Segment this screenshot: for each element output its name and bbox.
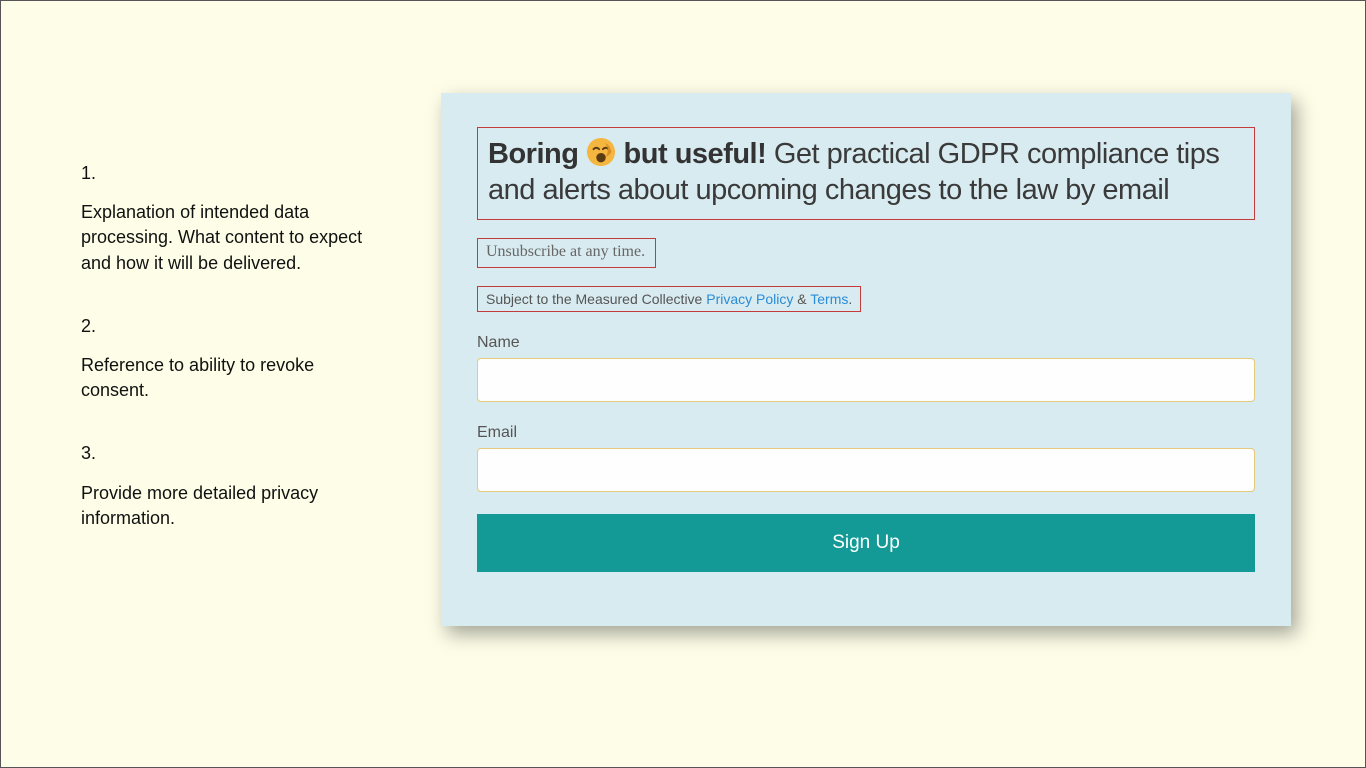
name-input[interactable] (477, 358, 1255, 402)
annotation-num: 2. (81, 314, 381, 339)
privacy-policy-link[interactable]: Privacy Policy (706, 291, 793, 307)
legal-callout: Subject to the Measured Collective Priva… (477, 286, 861, 312)
unsubscribe-callout: Unsubscribe at any time. (477, 238, 656, 268)
legal-suffix: . (848, 291, 852, 307)
headline-bold-pre: Boring (488, 138, 586, 170)
yawn-emoji-icon (586, 137, 616, 167)
email-label: Email (477, 424, 1255, 442)
annotation-1: 1. Explanation of intended data processi… (81, 161, 381, 276)
annotation-text: Explanation of intended data processing.… (81, 200, 381, 276)
signup-form-card: Boring but useful! Get practical GDPR co… (441, 93, 1291, 626)
legal-amp: & (793, 291, 810, 307)
email-input[interactable] (477, 448, 1255, 492)
annotations-column: 1. Explanation of intended data processi… (81, 161, 381, 569)
annotation-3: 3. Provide more detailed privacy informa… (81, 441, 381, 531)
legal-prefix: Subject to the Measured Collective (486, 291, 706, 307)
annotation-text: Provide more detailed privacy informatio… (81, 481, 381, 531)
annotation-2: 2. Reference to ability to revoke consen… (81, 314, 381, 404)
annotation-num: 3. (81, 441, 381, 466)
signup-button[interactable]: Sign Up (477, 514, 1255, 572)
annotation-text: Reference to ability to revoke consent. (81, 353, 381, 403)
headline-bold-post: but useful! (616, 138, 766, 170)
name-label: Name (477, 334, 1255, 352)
annotation-num: 1. (81, 161, 381, 186)
headline-callout: Boring but useful! Get practical GDPR co… (477, 127, 1255, 220)
headline: Boring but useful! Get practical GDPR co… (488, 136, 1244, 209)
terms-link[interactable]: Terms (810, 291, 848, 307)
